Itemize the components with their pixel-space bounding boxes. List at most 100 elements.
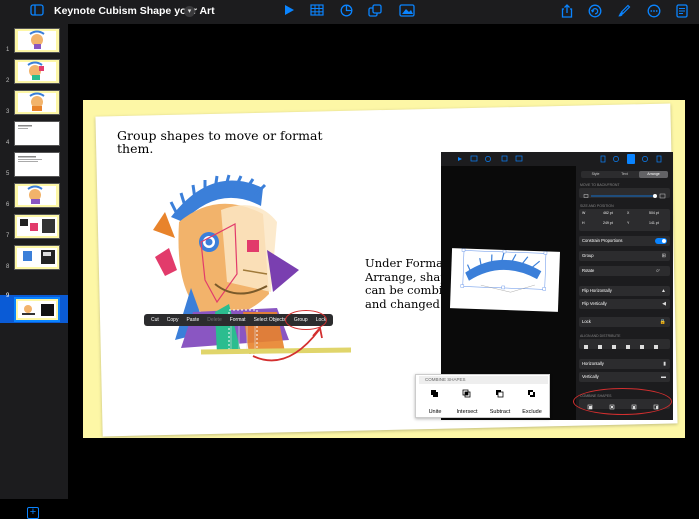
intersect-label: Intersect (452, 409, 482, 415)
inset-slide (450, 248, 560, 312)
lock-label: Lock (582, 317, 591, 327)
unite-icon (430, 389, 439, 398)
chevron-down-icon[interactable]: ▾ (184, 6, 195, 17)
slide-thumbnail-6[interactable] (14, 183, 60, 208)
slide-number: 6 (6, 202, 9, 208)
add-slide-button[interactable]: + (27, 507, 39, 519)
size-position-box: W 462 pt H 249 pt X 504 pt Y 141 pt (579, 209, 670, 231)
flip-vertical-row[interactable]: Flip Vertically ◀ (579, 299, 670, 309)
flip-h-label: Flip Horizontally (582, 286, 612, 296)
menu-item-cut[interactable]: Cut (147, 317, 163, 323)
slide-number: 2 (6, 78, 9, 84)
intersect-icon (462, 389, 471, 398)
section-size: SIZE AND POSITION (580, 204, 614, 208)
format-panel: Style Text Arrange MOVE TO BACK/FRONT SI… (576, 166, 673, 420)
vertically-label: Vertically (582, 372, 599, 382)
slide-number: 3 (6, 109, 9, 115)
inset-toolbar (441, 152, 673, 166)
more-icon[interactable] (647, 4, 661, 20)
align-icons[interactable] (579, 342, 670, 352)
flip-horizontal-icon: ▲ (661, 286, 666, 296)
move-slider-row (579, 188, 670, 198)
group-annotation-circle (285, 310, 327, 330)
subtract-button[interactable]: Subtract (485, 387, 515, 415)
slide-number: 5 (6, 171, 9, 177)
media-icon[interactable] (399, 4, 415, 20)
lock-icon: 🔒 (660, 317, 666, 327)
combine-shapes-title: COMBINE SHAPES (419, 376, 548, 384)
slide-thumbnail-9[interactable] (14, 297, 60, 322)
slide-number: 4 (6, 140, 9, 146)
slide-navigator: 1 2 3 4 5 6 7 8 9 + (0, 24, 68, 499)
slide-number: 9 (6, 293, 9, 299)
tab-style[interactable]: Style (581, 171, 610, 178)
combine-shapes-annotation-circle (573, 388, 672, 415)
slide-thumbnail-8[interactable] (14, 245, 60, 270)
slide-heading[interactable]: Group shapes to move or format them. (117, 129, 347, 155)
slide-canvas: Group shapes to move or format them. (83, 100, 685, 438)
tab-arrange[interactable]: Arrange (639, 171, 668, 178)
slide-number: 8 (6, 264, 9, 270)
constrain-label: Constrain Proportions (582, 236, 623, 246)
group-icon: ⊞ (662, 251, 666, 261)
toolbar: Keynote Cubism Shape your Art ▾ (0, 0, 699, 24)
y-value[interactable]: 141 pt (649, 221, 659, 225)
distribute-vertically-row[interactable]: Vertically ▬ (579, 372, 670, 382)
section-move: MOVE TO BACK/FRONT (580, 183, 620, 187)
menu-item-copy[interactable]: Copy (163, 317, 183, 323)
format-brush-icon[interactable] (617, 4, 631, 20)
width-value[interactable]: 462 pt (603, 211, 613, 215)
sidebar-icon[interactable] (30, 4, 44, 20)
section-align: ALIGN AND DISTRIBUTE (580, 334, 620, 338)
flip-v-label: Flip Vertically (582, 299, 607, 309)
height-value[interactable]: 249 pt (603, 221, 613, 225)
subtract-label: Subtract (485, 409, 515, 415)
lock-row[interactable]: Lock 🔒 (579, 317, 670, 327)
chart-icon[interactable] (339, 4, 353, 20)
rotate-row[interactable]: Rotate 0° (579, 266, 670, 276)
x-value[interactable]: 504 pt (649, 211, 659, 215)
exclude-label: Exclude (517, 409, 547, 415)
slide-thumbnail-4[interactable] (14, 121, 60, 146)
slide-number: 1 (6, 47, 9, 53)
distribute-horizontally-row[interactable]: Horizontally ▮ (579, 359, 670, 369)
undo-icon[interactable] (588, 4, 602, 20)
format-tabs: Style Text Arrange (581, 171, 668, 178)
subtract-icon (495, 389, 504, 398)
play-icon[interactable] (282, 4, 296, 20)
slide-number: 7 (6, 233, 9, 239)
slide-thumbnail-3[interactable] (14, 90, 60, 115)
exclude-icon (527, 389, 536, 398)
unite-label: Unite (420, 409, 450, 415)
constrain-proportions-row: Constrain Proportions (579, 236, 670, 246)
menu-item-select-objects[interactable]: Select Objects (250, 317, 290, 323)
align-row (579, 339, 670, 349)
intersect-button[interactable]: Intersect (452, 387, 482, 415)
flip-horizontal-row[interactable]: Flip Horizontally ▲ (579, 286, 670, 296)
flip-vertical-icon: ◀ (662, 299, 666, 309)
menu-item-format[interactable]: Format (226, 317, 250, 323)
group-row[interactable]: Group ⊞ (579, 251, 670, 261)
share-icon[interactable] (561, 4, 573, 20)
rotate-label: Rotate (582, 266, 594, 276)
table-icon[interactable] (310, 4, 324, 20)
slide-thumbnail-2[interactable] (14, 59, 60, 84)
slide-thumbnail-5[interactable] (14, 152, 60, 177)
cubism-face-illustration[interactable] (117, 162, 367, 362)
menu-item-paste[interactable]: Paste (182, 317, 203, 323)
combine-shapes-panel: COMBINE SHAPES Unite Intersect Subtract … (415, 374, 550, 418)
group-label: Group (582, 251, 594, 261)
shape-icon[interactable] (368, 4, 382, 20)
constrain-toggle[interactable] (655, 238, 667, 244)
rotate-value[interactable]: 0° (656, 266, 660, 276)
slide-thumbnail-7[interactable] (14, 214, 60, 239)
distribute-vertical-icon: ▬ (661, 372, 666, 382)
horizontally-label: Horizontally (582, 359, 604, 369)
slide-thumbnail-1[interactable] (14, 28, 60, 53)
document-icon[interactable] (676, 4, 688, 20)
menu-item-delete[interactable]: Delete (203, 317, 225, 323)
unite-button[interactable]: Unite (420, 387, 450, 415)
distribute-horizontal-icon: ▮ (663, 359, 666, 369)
tab-text[interactable]: Text (610, 171, 639, 178)
exclude-button[interactable]: Exclude (517, 387, 547, 415)
